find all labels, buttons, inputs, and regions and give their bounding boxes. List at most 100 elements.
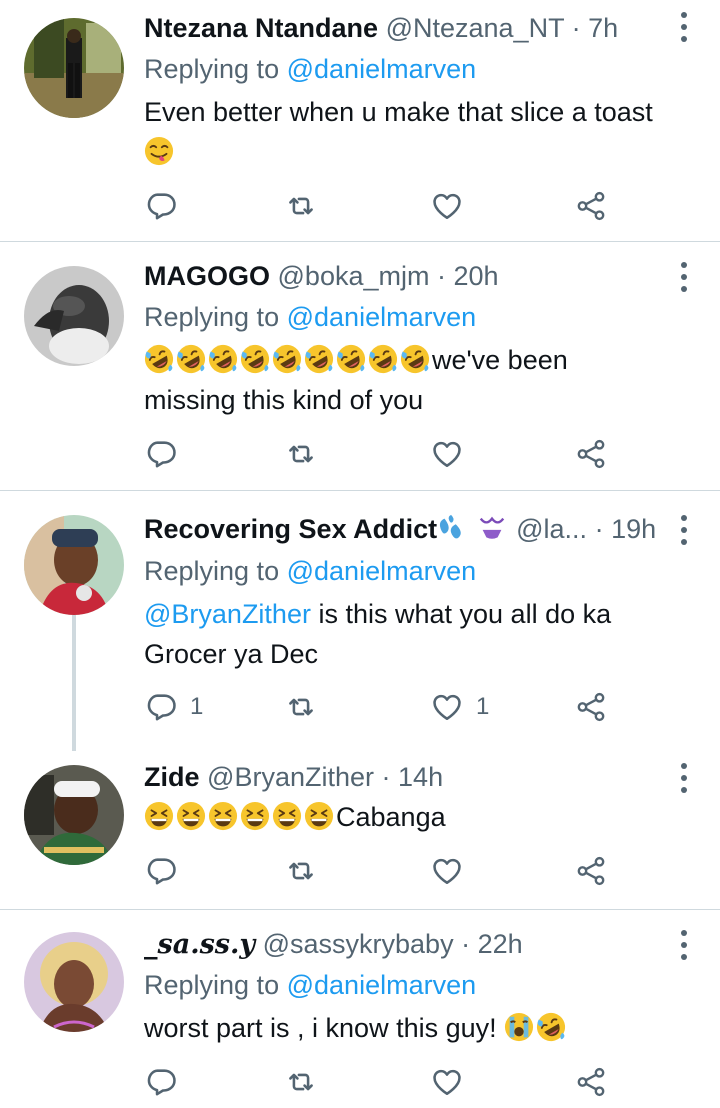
reply-button[interactable] bbox=[144, 434, 178, 474]
loudly-crying-face-emoji bbox=[504, 1012, 534, 1042]
tweet-text-line: Grocer ya Dec bbox=[144, 639, 319, 669]
bikini-emoji bbox=[477, 513, 507, 543]
reply-button[interactable]: 1 bbox=[144, 687, 203, 727]
tweet-text: worst part is , i know this guy! bbox=[144, 1008, 684, 1048]
reply-button[interactable] bbox=[144, 1062, 178, 1102]
avatar[interactable] bbox=[24, 266, 124, 366]
retweet-button[interactable] bbox=[284, 687, 318, 727]
like-button[interactable] bbox=[430, 1062, 464, 1102]
mention-link[interactable]: @BryanZither bbox=[144, 599, 311, 629]
like-icon bbox=[430, 1065, 464, 1099]
avatar[interactable] bbox=[24, 18, 124, 118]
timestamp[interactable]: 20h bbox=[454, 261, 499, 291]
replying-to-mention[interactable]: @danielmarven bbox=[287, 970, 477, 1000]
share-icon bbox=[574, 189, 608, 223]
share-button[interactable] bbox=[574, 434, 608, 474]
display-name[interactable]: Zide bbox=[144, 762, 200, 792]
display-name[interactable]: Ntezana Ntandane bbox=[144, 13, 378, 43]
reply-icon bbox=[144, 854, 178, 888]
grinning-squinting-face-emoji bbox=[144, 801, 174, 831]
user-handle[interactable]: @la... bbox=[516, 514, 587, 544]
replying-to-mention[interactable]: @danielmarven bbox=[287, 302, 477, 332]
more-options-icon[interactable] bbox=[678, 515, 690, 545]
display-name[interactable]: MAGOGO bbox=[144, 261, 270, 291]
user-handle[interactable]: @Ntezana_NT bbox=[386, 13, 565, 43]
tweet-ntezana[interactable]: Ntezana Ntandane @Ntezana_NT · 7h Replyi… bbox=[0, 0, 720, 242]
tweet-text: @BryanZither is this what you all do ka … bbox=[144, 594, 684, 674]
like-icon bbox=[430, 690, 464, 724]
rofl-emoji bbox=[368, 344, 398, 374]
retweet-button[interactable] bbox=[284, 186, 318, 226]
avatar[interactable] bbox=[24, 765, 124, 865]
rofl-emoji bbox=[240, 344, 270, 374]
timestamp[interactable]: 7h bbox=[588, 13, 618, 43]
like-button[interactable] bbox=[430, 434, 464, 474]
grinning-squinting-face-emoji bbox=[208, 801, 238, 831]
reply-icon bbox=[144, 189, 178, 223]
tweet-recovering[interactable]: Recovering Sex Addict @la... · 19h Reply… bbox=[0, 491, 720, 751]
rofl-emoji bbox=[208, 344, 238, 374]
retweet-button[interactable] bbox=[284, 1062, 318, 1102]
more-options-icon[interactable] bbox=[678, 763, 690, 793]
grinning-squinting-face-emoji bbox=[176, 801, 206, 831]
like-icon bbox=[430, 189, 464, 223]
rofl-emoji bbox=[336, 344, 366, 374]
tweet-actions bbox=[144, 186, 644, 226]
reply-icon bbox=[144, 1065, 178, 1099]
tweet-text: Even better when u make that slice a toa… bbox=[144, 92, 684, 172]
retweet-icon bbox=[284, 690, 318, 724]
separator: · bbox=[461, 929, 471, 959]
like-button[interactable] bbox=[430, 186, 464, 226]
face-savoring-food-emoji bbox=[144, 136, 174, 166]
user-handle[interactable]: @boka_mjm bbox=[278, 261, 430, 291]
rofl-emoji bbox=[400, 344, 430, 374]
avatar[interactable] bbox=[24, 515, 124, 615]
tweet-actions bbox=[144, 434, 644, 474]
replying-to-label: Replying to bbox=[144, 556, 280, 586]
retweet-icon bbox=[284, 437, 318, 471]
timestamp[interactable]: 19h bbox=[611, 514, 656, 544]
retweet-button[interactable] bbox=[284, 851, 318, 891]
reply-icon bbox=[144, 690, 178, 724]
replying-to: Replying to @danielmarven bbox=[144, 965, 476, 1005]
share-icon bbox=[574, 854, 608, 888]
like-button[interactable] bbox=[430, 851, 464, 891]
replying-to-mention[interactable]: @danielmarven bbox=[287, 556, 477, 586]
more-options-icon[interactable] bbox=[678, 12, 690, 42]
user-handle[interactable]: @sassykrybaby bbox=[263, 929, 454, 959]
tweet-text-inline: worst part is , i know this guy! bbox=[144, 1013, 505, 1043]
tweet-zide[interactable]: Zide @BryanZither · 14h Cabanga bbox=[0, 749, 720, 909]
display-name[interactable]: Recovering Sex Addict bbox=[144, 514, 437, 544]
user-handle[interactable]: @BryanZither bbox=[207, 762, 374, 792]
reply-icon bbox=[144, 437, 178, 471]
avatar[interactable] bbox=[24, 932, 124, 1032]
replying-to: Replying to @danielmarven bbox=[144, 297, 476, 337]
rofl-emoji bbox=[272, 344, 302, 374]
share-button[interactable] bbox=[574, 186, 608, 226]
tweet-text: Cabanga bbox=[144, 797, 684, 837]
share-icon bbox=[574, 690, 608, 724]
retweet-icon bbox=[284, 1065, 318, 1099]
retweet-icon bbox=[284, 854, 318, 888]
timestamp[interactable]: 14h bbox=[398, 762, 443, 792]
tweet-actions: 1 1 bbox=[144, 687, 644, 727]
reply-button[interactable] bbox=[144, 851, 178, 891]
display-name[interactable]: _sa.ss.y bbox=[144, 929, 255, 960]
more-options-icon[interactable] bbox=[678, 262, 690, 292]
separator: · bbox=[381, 762, 391, 792]
like-button[interactable]: 1 bbox=[430, 687, 489, 727]
share-button[interactable] bbox=[574, 1062, 608, 1102]
replying-to-mention[interactable]: @danielmarven bbox=[287, 54, 477, 84]
reply-button[interactable] bbox=[144, 186, 178, 226]
more-options-icon[interactable] bbox=[678, 930, 690, 960]
share-button[interactable] bbox=[574, 687, 608, 727]
tweet-magogo[interactable]: MAGOGO @boka_mjm · 20h Replying to @dani… bbox=[0, 242, 720, 490]
tweet-sassy[interactable]: _sa.ss.y @sassykrybaby · 22h Replying to… bbox=[0, 910, 720, 1108]
tweet-actions bbox=[144, 851, 644, 891]
share-button[interactable] bbox=[574, 851, 608, 891]
rofl-emoji bbox=[304, 344, 334, 374]
timestamp[interactable]: 22h bbox=[478, 929, 523, 959]
share-icon bbox=[574, 1065, 608, 1099]
retweet-button[interactable] bbox=[284, 434, 318, 474]
replying-to-label: Replying to bbox=[144, 54, 280, 84]
